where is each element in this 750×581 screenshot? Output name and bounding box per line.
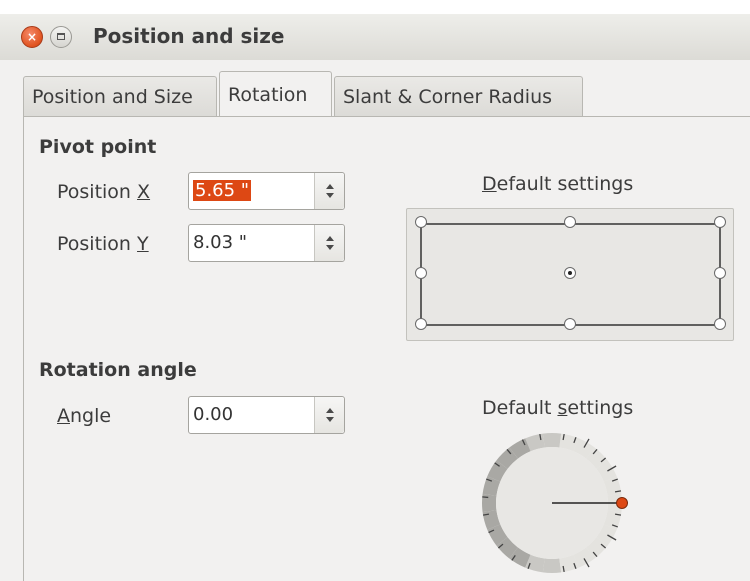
pivot-top-right-radio[interactable] [714,216,726,228]
angle-spinner[interactable] [314,397,344,433]
rotation-default-settings-label: Default settings [482,397,634,419]
position-y-label: Position Y [57,233,149,255]
pivot-point-selector[interactable] [406,208,734,341]
position-x-value: 5.65 " [193,180,252,201]
tab-slant-corner-radius[interactable]: Slant & Corner Radius [334,76,583,116]
position-x-field[interactable]: 5.65 " [188,172,345,210]
tab-label: Position and Size [32,86,193,108]
position-x-spinner[interactable] [314,173,344,209]
spin-down-icon[interactable] [326,417,334,422]
maximize-icon [57,33,65,40]
rotation-angle-heading: Rotation angle [39,359,197,381]
spin-up-icon[interactable] [326,184,334,189]
tab-label: Slant & Corner Radius [343,86,553,108]
spin-up-icon[interactable] [326,408,334,413]
spin-down-icon[interactable] [326,193,334,198]
rotation-angle-dial[interactable] [470,431,650,581]
pivot-middle-left-radio[interactable] [415,267,427,279]
close-icon: × [26,30,38,44]
pivot-top-center-radio[interactable] [564,216,576,228]
pivot-default-settings-label: Default settings [482,173,634,195]
pivot-point-heading: Pivot point [39,136,157,158]
angle-label: Angle [57,405,112,427]
angle-field[interactable]: 0.00 [188,396,345,434]
pivot-bottom-center-radio[interactable] [564,318,576,330]
pivot-bottom-right-radio[interactable] [714,318,726,330]
tab-rotation[interactable]: Rotation [219,71,332,116]
maximize-button[interactable] [50,26,72,48]
tab-position-and-size[interactable]: Position and Size [23,76,217,116]
pivot-top-left-radio[interactable] [415,216,427,228]
dial-knob[interactable] [616,497,628,509]
pivot-center-radio[interactable] [564,267,576,279]
dial-tick [482,496,489,499]
angle-value: 0.00 [193,404,234,425]
close-button[interactable]: × [21,26,43,48]
spin-down-icon[interactable] [326,245,334,250]
window-title: Position and size [93,24,285,48]
position-y-spinner[interactable] [314,225,344,261]
pivot-bottom-left-radio[interactable] [415,318,427,330]
tab-label: Rotation [228,84,308,106]
position-x-label: Position X [57,181,151,203]
position-y-field[interactable]: 8.03 " [188,224,345,262]
dial-ring-segment [542,558,562,573]
spin-up-icon[interactable] [326,236,334,241]
pivot-middle-right-radio[interactable] [714,267,726,279]
position-y-value: 8.03 " [193,232,248,253]
dial-ring-segment [542,433,562,448]
